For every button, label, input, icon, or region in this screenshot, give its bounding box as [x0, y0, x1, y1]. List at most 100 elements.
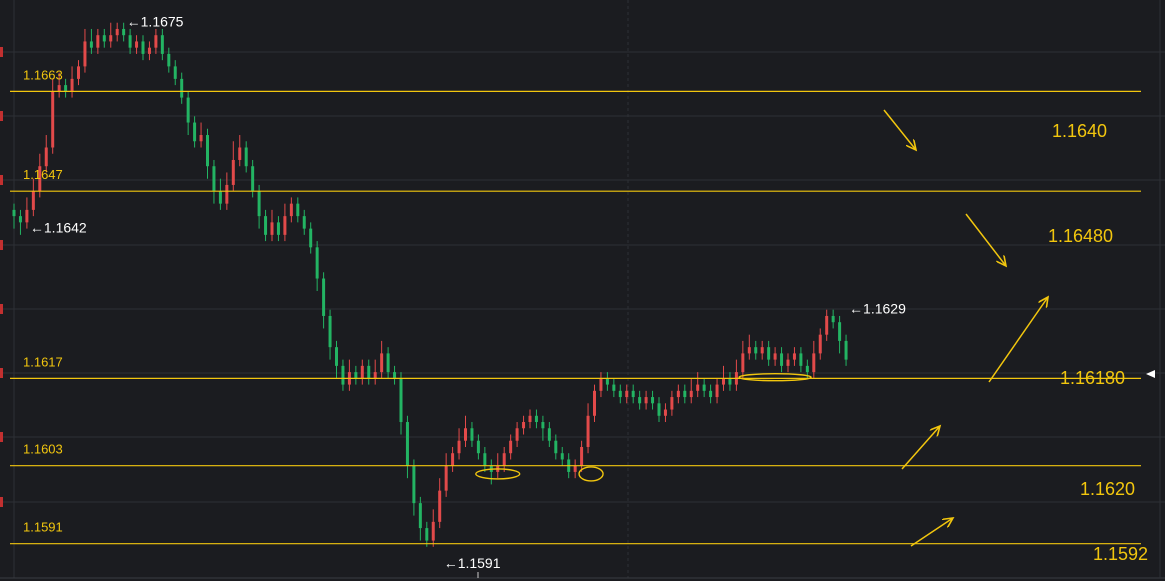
candle-body [605, 378, 609, 385]
candle-body [257, 191, 261, 217]
right-annotation-label: 1.16480 [1048, 226, 1113, 246]
candle-body [451, 453, 455, 466]
candle-body [289, 203, 293, 217]
level-label: 1.1603 [23, 442, 63, 457]
candle-body [831, 315, 835, 323]
level-label: 1.1591 [23, 520, 63, 535]
candle-body [44, 147, 48, 167]
candle-body [464, 428, 467, 441]
candle-body [386, 353, 390, 373]
annotation-arrows [883, 109, 1048, 547]
candle-body [360, 365, 364, 379]
candle-body [425, 528, 429, 541]
candle-body [341, 365, 345, 385]
candle-body [502, 453, 506, 466]
candle-body [154, 35, 158, 48]
candle-body [296, 203, 300, 217]
candle-body [696, 384, 700, 391]
candle-body [470, 428, 474, 441]
candle-body [663, 409, 667, 416]
highlight-ellipse [738, 373, 812, 382]
candle-body [393, 372, 397, 379]
candle-body [599, 378, 603, 391]
candle-body [715, 384, 719, 398]
candle-body [373, 372, 377, 379]
candle-body [838, 322, 842, 341]
candle-body [315, 247, 319, 279]
candle-body [147, 47, 151, 54]
candle-body [722, 378, 725, 385]
candle-body [709, 390, 713, 398]
candlestick-chart[interactable]: 1.1663 1.1647 1.1617 1.1603 1.1591 1.1640 1.16… [0, 0, 1165, 581]
highlight-ellipse [578, 466, 604, 482]
candle-body [541, 422, 545, 429]
candle-body [128, 35, 132, 48]
candle-body [225, 184, 229, 204]
candle-body [25, 209, 29, 223]
candle-body [702, 384, 706, 391]
candle-body [180, 78, 184, 98]
candle-body [89, 41, 93, 48]
price-marker-label: ←1.1591 [444, 555, 501, 571]
price-marker-label: ←1.1642 [30, 220, 87, 236]
candle-body [212, 166, 216, 192]
candle-body [786, 359, 790, 366]
candle-body [792, 353, 796, 360]
right-annotation-label: 1.1592 [1093, 544, 1148, 564]
candle-body [309, 228, 313, 248]
candle-body [780, 353, 784, 366]
right-annotation-label: 1.16180 [1060, 368, 1125, 388]
candle-body [322, 278, 326, 316]
axis-tick [0, 175, 3, 185]
candle-body [657, 403, 661, 416]
level-label: 1.1663 [23, 67, 63, 82]
candle-body [283, 216, 287, 235]
candle-body [586, 415, 590, 447]
level-label: 1.1617 [23, 354, 63, 369]
arrow-up [901, 426, 940, 470]
candle-body [747, 347, 751, 354]
candle-body [96, 35, 100, 48]
candle-body [12, 209, 16, 217]
candle-body [754, 347, 758, 354]
right-annotation-label: 1.1640 [1052, 121, 1107, 141]
candle-body [31, 191, 35, 210]
candle-body [534, 415, 538, 423]
candle-body [444, 465, 448, 491]
candle-body [231, 159, 235, 185]
candle-body [51, 91, 55, 148]
candle-body [547, 428, 551, 441]
candle-body [186, 97, 190, 123]
candle-body [206, 135, 209, 167]
candle-body [683, 390, 687, 398]
candle-body [399, 378, 403, 423]
candle-body [773, 353, 777, 360]
grid [0, 0, 1165, 579]
candle-body [476, 440, 480, 454]
candle-body [580, 446, 584, 466]
candle-body [412, 465, 416, 504]
candle-body [515, 428, 519, 441]
arrow-up [988, 297, 1048, 383]
candle-body [522, 422, 526, 429]
candle-body [431, 521, 435, 541]
chart-area[interactable]: 1.1663 1.1647 1.1617 1.1603 1.1591 1.1640 1.16… [0, 0, 1165, 581]
axis-tick [0, 497, 3, 507]
axis-tick [0, 47, 3, 57]
candle-body [354, 372, 358, 379]
candle-body [141, 41, 145, 54]
candle-body [270, 222, 274, 235]
candle-body [509, 440, 513, 454]
candle-body [160, 35, 164, 54]
candle-body [651, 397, 655, 404]
candle-body [644, 397, 648, 404]
candle-body [638, 397, 642, 404]
candle-body [554, 440, 558, 454]
candle-body [335, 347, 338, 366]
candle-body [457, 440, 461, 454]
candle-body [218, 191, 222, 204]
candle-body [122, 28, 126, 36]
candle-body [689, 390, 693, 398]
candle-body [805, 365, 809, 373]
candle-body [135, 41, 139, 48]
